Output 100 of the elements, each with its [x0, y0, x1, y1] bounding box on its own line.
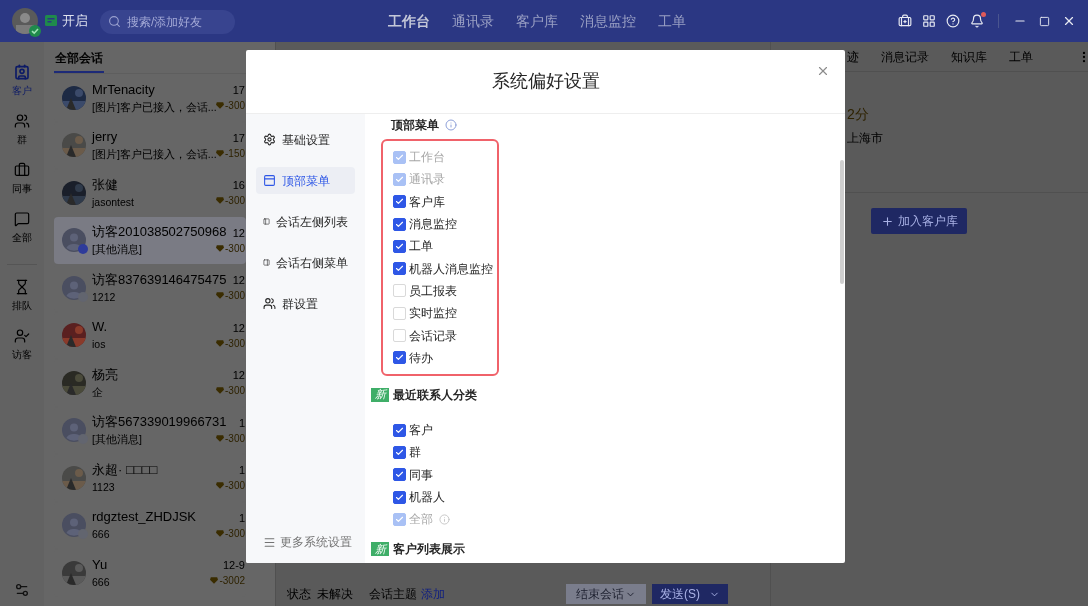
panel-left-icon — [263, 215, 270, 228]
message-preview: 1212 — [92, 289, 116, 305]
score-value: -3002 — [219, 574, 245, 589]
score-value: -300 — [225, 479, 245, 494]
message-preview: [其他消息] — [92, 432, 142, 448]
panel-tab[interactable]: 知识库 — [951, 47, 987, 66]
search-field[interactable]: 搜索/添加好友 — [100, 10, 235, 34]
side-nav-item[interactable]: 同事 — [12, 162, 32, 196]
settings-nav-item[interactable]: 基础设置 — [256, 126, 355, 153]
close-icon[interactable] — [1062, 14, 1076, 28]
score-value: -300 — [225, 241, 245, 256]
search-icon — [108, 14, 121, 28]
diamond-icon — [216, 244, 224, 252]
add-customer-button[interactable]: 加入客户库 — [871, 208, 967, 234]
top-nav-tab[interactable]: 消息监控 — [580, 10, 636, 32]
status-dot-icon — [78, 529, 88, 540]
panel-tab[interactable]: 消息记录 — [881, 47, 929, 66]
checkbox[interactable] — [393, 423, 406, 437]
score-value: -300 — [225, 289, 245, 304]
message-time: 12 — [232, 225, 245, 241]
hourglass-icon — [14, 279, 30, 295]
message-time: 16 — [232, 178, 245, 194]
contact-name: 访客837639146475475 — [92, 270, 227, 289]
settings-nav-item[interactable]: 会话右侧菜单 — [256, 249, 355, 276]
add-topic-link[interactable]: 添加 — [421, 585, 445, 603]
message-time: 17 — [232, 83, 245, 99]
panel-tab[interactable]: 工单 — [1009, 47, 1033, 66]
checkmark-icon — [395, 264, 404, 274]
checkbox[interactable] — [393, 217, 406, 231]
contact-card-icon — [14, 64, 30, 80]
contact-name: W. — [92, 318, 108, 337]
side-nav-item[interactable]: 群 — [14, 113, 30, 147]
status-label: 状态 — [287, 586, 311, 603]
top-nav-tab[interactable]: 工单 — [658, 10, 686, 32]
checkbox[interactable] — [393, 262, 406, 276]
checkbox[interactable] — [393, 445, 406, 459]
top-nav-tab[interactable]: 通讯录 — [452, 10, 494, 32]
checkbox[interactable] — [393, 490, 406, 504]
message-time: 12 — [232, 320, 245, 336]
checkbox[interactable] — [393, 195, 406, 209]
checkmark-icon — [395, 174, 404, 184]
top-nav-tab[interactable]: 工作台 — [388, 10, 430, 32]
message-time: 1 — [238, 463, 245, 479]
option-label: 客户 — [409, 422, 433, 440]
checkmark-icon — [395, 492, 404, 502]
grid-icon[interactable] — [922, 14, 936, 28]
status-value: 未解决 — [317, 586, 353, 603]
send-button[interactable]: 发送(S) — [652, 584, 728, 604]
briefcase-plus-icon[interactable] — [898, 14, 912, 28]
checkbox[interactable] — [393, 351, 406, 365]
users-icon — [263, 297, 276, 310]
more-settings-link[interactable]: 更多系统设置 — [256, 533, 355, 551]
maximize-icon[interactable] — [1039, 15, 1050, 27]
message-preview: 666 — [92, 527, 110, 543]
section-title: 顶部菜单 — [391, 117, 439, 134]
checkbox[interactable] — [393, 468, 406, 482]
settings-icon[interactable] — [14, 582, 30, 598]
checkmark-icon — [395, 514, 404, 524]
score-value: -300 — [225, 336, 245, 351]
contact-name: 访客201038502750968 — [92, 223, 227, 242]
end-session-button[interactable]: 结束会话 — [566, 584, 646, 604]
scrollbar-thumb[interactable] — [840, 160, 844, 284]
contact-name: 张健 — [92, 175, 118, 194]
message-preview: ios — [92, 337, 106, 353]
briefcase-icon — [14, 162, 30, 178]
settings-nav-item[interactable]: 会话左侧列表 — [256, 208, 355, 235]
help-icon[interactable] — [946, 14, 960, 28]
score-value: -300 — [225, 526, 245, 541]
option-label: 待办 — [409, 349, 433, 367]
chat-status-icon — [44, 14, 58, 28]
user-check-icon — [14, 328, 30, 344]
checkmark-icon — [395, 425, 404, 435]
checkmark-icon — [395, 241, 404, 251]
checkmark-icon — [395, 152, 404, 162]
settings-nav-item[interactable]: 群设置 — [256, 290, 355, 317]
checkmark-icon — [395, 470, 404, 480]
checkbox[interactable] — [393, 239, 406, 253]
score-text: 2分 — [847, 105, 870, 123]
score-value: -300 — [225, 194, 245, 209]
side-nav-item[interactable]: 客户 — [12, 64, 32, 98]
option-label: 消息监控 — [409, 216, 457, 234]
new-badge: 新 — [371, 387, 389, 402]
side-nav-item[interactable]: 全部 — [12, 211, 32, 245]
contact-name: 杨亮 — [92, 365, 118, 384]
option-label: 客户库 — [409, 193, 445, 211]
message-time: 1 — [238, 510, 245, 526]
dialog-title: 系统偏好设置 — [491, 70, 600, 93]
panel-tab[interactable]: 迹 — [847, 47, 859, 66]
plus-icon — [880, 214, 894, 228]
side-nav-item[interactable]: 排队 — [12, 279, 32, 313]
message-preview: jasontest — [92, 194, 135, 210]
new-badge: 新 — [371, 542, 389, 557]
settings-nav-item[interactable]: 顶部菜单 — [256, 167, 355, 194]
side-nav-item[interactable]: 访客 — [12, 328, 32, 362]
bell-icon[interactable] — [970, 14, 984, 28]
checkmark-icon — [395, 219, 404, 229]
checkmark-icon — [395, 447, 404, 457]
option-label: 通讯录 — [409, 171, 445, 189]
diamond-icon — [216, 339, 224, 347]
top-nav-tab[interactable]: 客户库 — [516, 10, 558, 32]
